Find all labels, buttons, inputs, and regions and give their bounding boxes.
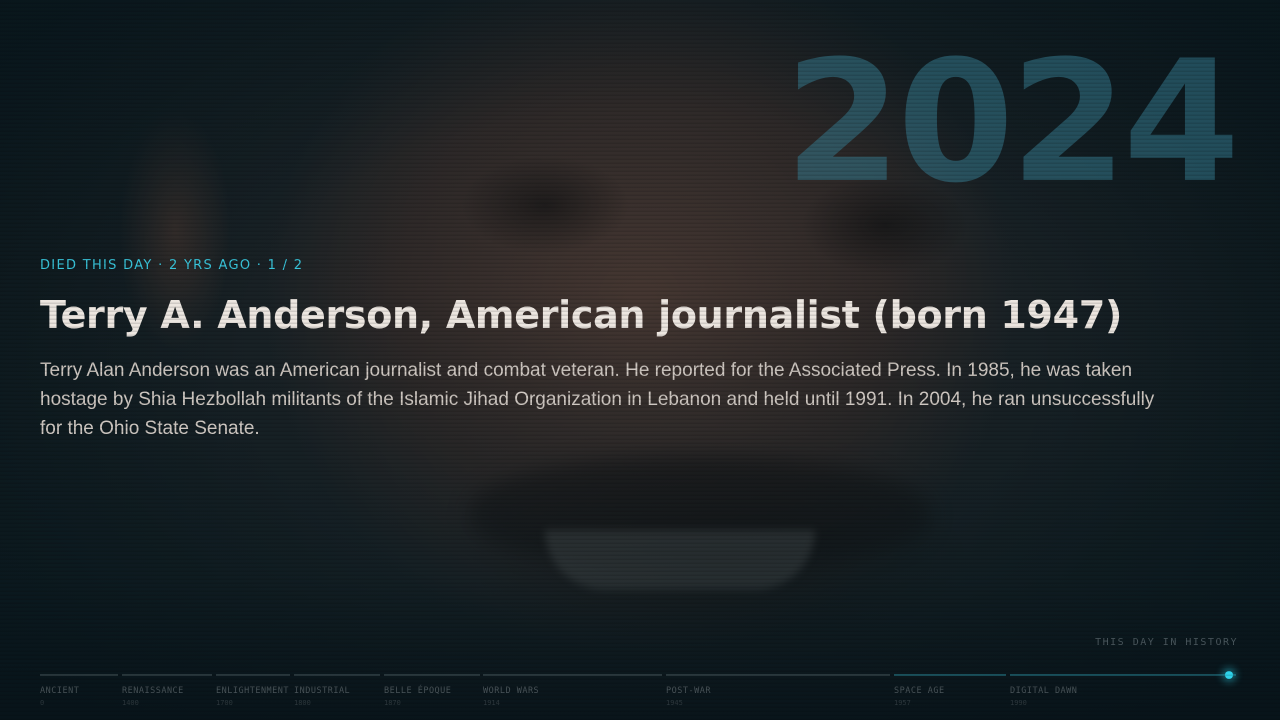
event-year: 2024: [784, 24, 1240, 220]
era-year: 1990: [1010, 699, 1027, 707]
era-timeline[interactable]: ANCIENT 0 RENAISSANCE 1400 ENLIGHTENMENT…: [40, 671, 1240, 714]
era-label: ANCIENT: [40, 686, 80, 696]
current-position-marker[interactable]: [1225, 671, 1233, 679]
event-eyebrow: DIED THIS DAY · 2 YRS AGO · 1 / 2: [40, 258, 304, 273]
era-belle-epoque[interactable]: BELLE ÉPOQUE 1870: [384, 674, 480, 707]
event-description: Terry Alan Anderson was an American jour…: [40, 359, 1155, 439]
era-label: WORLD WARS: [483, 686, 540, 696]
era-renaissance[interactable]: RENAISSANCE 1400: [122, 674, 212, 707]
era-industrial[interactable]: INDUSTRIAL 1800: [294, 674, 380, 707]
era-year: 1800: [294, 699, 311, 707]
section-label: THIS DAY IN HISTORY: [1095, 637, 1238, 648]
era-year: 0: [40, 699, 45, 707]
era-post-war[interactable]: POST-WAR 1945: [666, 674, 890, 707]
history-card: 2024 DIED THIS DAY · 2 YRS AGO · 1 / 2 T…: [0, 0, 1280, 720]
era-label: ENLIGHTENMENT: [216, 686, 290, 696]
era-year: 1870: [384, 699, 401, 707]
era-label: POST-WAR: [666, 686, 711, 696]
era-enlightenment[interactable]: ENLIGHTENMENT 1700: [216, 674, 290, 707]
era-label: BELLE ÉPOQUE: [384, 686, 452, 696]
era-label: DIGITAL DAWN: [1010, 686, 1078, 696]
era-label: RENAISSANCE: [122, 686, 184, 696]
era-year: 1945: [666, 699, 683, 707]
era-year: 1957: [894, 699, 911, 707]
era-world-wars[interactable]: WORLD WARS 1914: [483, 674, 662, 707]
event-title: Terry A. Anderson, American journalist (…: [40, 293, 1123, 337]
era-space-age[interactable]: SPACE AGE 1957: [894, 674, 1006, 707]
era-label: SPACE AGE: [894, 686, 945, 696]
era-ancient[interactable]: ANCIENT 0: [40, 674, 118, 707]
era-year: 1914: [483, 699, 500, 707]
event-content: DIED THIS DAY · 2 YRS AGO · 1 / 2 Terry …: [40, 258, 1160, 443]
era-digital-dawn[interactable]: DIGITAL DAWN 1990: [1010, 674, 1236, 707]
era-year: 1700: [216, 699, 233, 707]
era-label: INDUSTRIAL: [294, 686, 351, 696]
era-year: 1400: [122, 699, 139, 707]
